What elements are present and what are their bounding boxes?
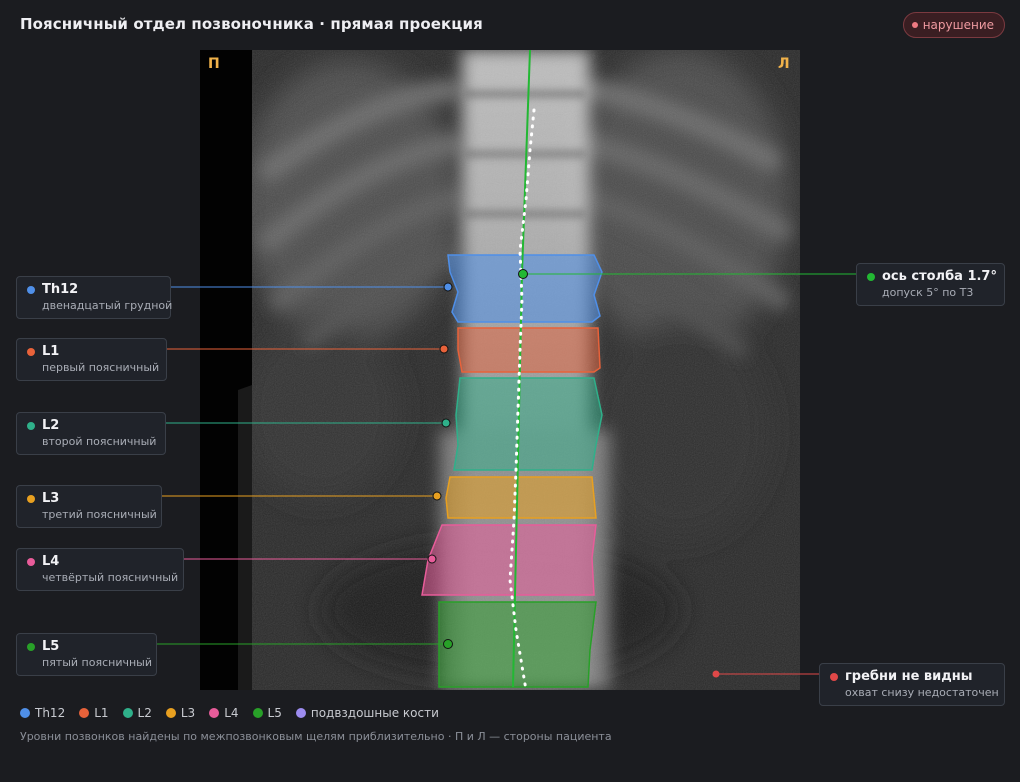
legend-dot-icon xyxy=(79,708,90,718)
legend-item-l1: L1 xyxy=(79,706,109,720)
legend-item-iliac: подвздошные кости xyxy=(295,706,439,720)
callout-l2: L2 второй поясничный xyxy=(16,412,166,455)
legend-item-l2: L2 xyxy=(122,706,152,720)
side-marker-right: П xyxy=(208,56,220,72)
l4-color-dot xyxy=(27,557,35,566)
legend-dot-icon xyxy=(122,708,133,718)
xray-image xyxy=(200,50,800,690)
callout-th12: Th12 двенадцатый грудной xyxy=(16,276,172,319)
viewer-app: Поясничный отдел позвоночника · прямая п… xyxy=(0,0,1020,782)
callout-l1: L1 первый поясничный xyxy=(16,338,167,381)
l5-color-dot xyxy=(27,642,35,651)
callout-l4: L4 четвёртый поясничный xyxy=(16,548,184,591)
page-title: Поясничный отдел позвоночника · прямая п… xyxy=(20,15,483,33)
iliac-color-dot xyxy=(830,672,838,681)
callout-iliac-crests: гребни не видны охват снизу недостаточен xyxy=(819,663,1005,706)
legend-dot-icon xyxy=(209,708,220,718)
legend-dot-icon xyxy=(165,708,176,718)
legend-dot-icon xyxy=(252,708,263,718)
callout-l3: L3 третий поясничный xyxy=(16,485,162,528)
l1-color-dot xyxy=(27,347,35,356)
legend-dot-icon xyxy=(295,708,306,718)
callout-spine-axis: ось столба 1.7° допуск 5° по Т3 xyxy=(856,263,1005,306)
legend: Th12 L1 L2 L3 L4 L5 подвздошные кости xyxy=(20,706,439,720)
legend-item-l5: L5 xyxy=(252,706,282,720)
axis-color-dot xyxy=(867,272,875,281)
legend-item-l4: L4 xyxy=(209,706,239,720)
callout-l5: L5 пятый поясничный xyxy=(16,633,157,676)
l3-color-dot xyxy=(27,494,35,503)
status-badge-label: нарушение xyxy=(922,18,994,32)
legend-item-th12: Th12 xyxy=(20,706,65,720)
alert-dot-icon xyxy=(911,22,918,28)
l2-color-dot xyxy=(27,421,35,430)
footnote: Уровни позвонков найдены по межпозвонков… xyxy=(20,730,612,743)
th12-color-dot xyxy=(27,285,35,294)
legend-dot-icon xyxy=(20,708,30,718)
status-badge: нарушение xyxy=(902,12,1005,38)
side-marker-left: Л xyxy=(778,56,790,72)
legend-item-l3: L3 xyxy=(165,706,195,720)
